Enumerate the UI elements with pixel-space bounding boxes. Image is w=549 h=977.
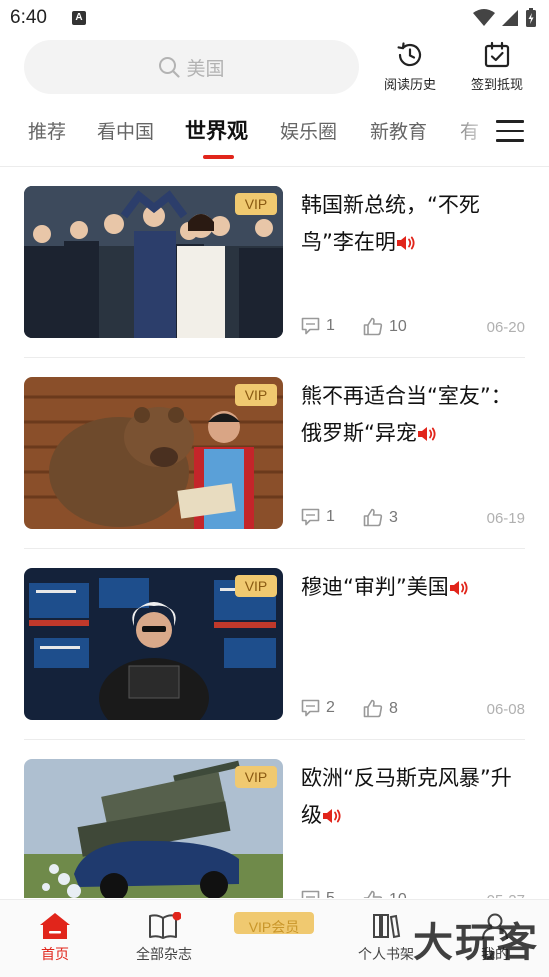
checkin-button[interactable]: 签到抵现 bbox=[457, 40, 537, 94]
tab-education[interactable]: 新教育 bbox=[370, 117, 427, 144]
status-bar: 6:40 A bbox=[0, 0, 549, 36]
comment-icon bbox=[301, 699, 320, 717]
vip-badge: VIP bbox=[235, 766, 277, 788]
speaker-icon[interactable] bbox=[322, 808, 342, 824]
article-title: 韩国新总统，“不死鸟”李在明 bbox=[301, 193, 480, 254]
status-time: 6:40 bbox=[10, 7, 47, 28]
search-icon bbox=[159, 57, 181, 78]
status-icons bbox=[473, 8, 537, 28]
article-item[interactable]: VIP 欧洲“反马斯克风暴”升级 5 10 05-27 bbox=[24, 740, 525, 898]
nav-home[interactable]: 首页 bbox=[15, 912, 95, 964]
comment-count[interactable]: 1 bbox=[301, 508, 335, 526]
reading-history-button[interactable]: 阅读历史 bbox=[370, 40, 450, 94]
wifi-icon bbox=[473, 9, 495, 26]
like-count[interactable]: 8 bbox=[363, 699, 398, 718]
article-item[interactable]: VIP 熊不再适合当“室友”：俄罗斯“异宠 1 3 06-19 bbox=[24, 358, 525, 549]
nav-home-label: 首页 bbox=[41, 947, 69, 963]
like-count[interactable]: 3 bbox=[363, 508, 398, 527]
speaker-icon[interactable] bbox=[417, 426, 437, 442]
tab-world[interactable]: 世界观 bbox=[185, 115, 248, 145]
comment-count[interactable]: 1 bbox=[301, 317, 335, 335]
nav-vip[interactable]: VIP会员 bbox=[234, 912, 314, 935]
article-date: 06-19 bbox=[486, 510, 525, 527]
article-item[interactable]: VIP 韩国新总统，“不死鸟”李在明 1 10 06-20 bbox=[24, 167, 525, 358]
battery-icon bbox=[526, 8, 536, 27]
active-tab-indicator bbox=[203, 155, 234, 159]
article-thumbnail[interactable]: VIP bbox=[24, 568, 283, 720]
calendar-check-icon bbox=[484, 41, 510, 68]
article-thumbnail[interactable]: VIP bbox=[24, 377, 283, 529]
comment-count[interactable]: 2 bbox=[301, 699, 335, 717]
tab-fade bbox=[448, 108, 496, 162]
comment-count[interactable]: 5 bbox=[301, 890, 335, 898]
reading-history-label: 阅读历史 bbox=[383, 78, 436, 93]
article-meta: 5 10 05-27 bbox=[301, 890, 525, 898]
home-icon bbox=[40, 913, 70, 939]
bookshelf-icon bbox=[373, 914, 401, 939]
tab-entertainment[interactable]: 娱乐圈 bbox=[280, 117, 337, 144]
thumbs-up-icon bbox=[363, 317, 383, 336]
article-thumbnail[interactable]: VIP bbox=[24, 186, 283, 338]
article-title: 熊不再适合当“室友”：俄罗斯“异宠 bbox=[301, 384, 512, 445]
article-title: 穆迪“审判”美国 bbox=[301, 569, 519, 606]
watermark-logo: 大玩客 bbox=[413, 919, 539, 966]
book-icon bbox=[149, 912, 181, 939]
nav-bookshelf-label: 个人书架 bbox=[358, 947, 414, 963]
comment-icon bbox=[301, 317, 320, 335]
tab-china[interactable]: 看中国 bbox=[97, 117, 154, 144]
speaker-icon[interactable] bbox=[449, 580, 469, 596]
article-date: 06-08 bbox=[486, 701, 525, 718]
article-feed[interactable]: VIP 韩国新总统，“不死鸟”李在明 1 10 06-20 VIP 熊不再适合当… bbox=[0, 167, 549, 898]
thumbs-up-icon bbox=[363, 508, 383, 527]
channel-menu-icon[interactable] bbox=[496, 120, 524, 144]
article-meta: 2 8 06-08 bbox=[301, 699, 525, 721]
article-meta: 1 10 06-20 bbox=[301, 317, 525, 339]
notification-icon: A bbox=[72, 11, 86, 25]
tab-recommend[interactable]: 推荐 bbox=[28, 117, 66, 144]
nav-all-magazines[interactable]: 全部杂志 bbox=[124, 912, 204, 964]
article-title: 欧洲“反马斯克风暴”升级 bbox=[301, 766, 512, 827]
vip-badge: VIP bbox=[235, 575, 277, 597]
article-date: 05-27 bbox=[487, 892, 525, 898]
article-thumbnail[interactable]: VIP bbox=[24, 759, 283, 898]
article-meta: 1 3 06-19 bbox=[301, 508, 525, 530]
history-clock-icon bbox=[397, 42, 422, 67]
signal-icon bbox=[502, 10, 518, 26]
article-item[interactable]: VIP 穆迪“审判”美国 2 8 06-08 bbox=[24, 549, 525, 740]
like-count[interactable]: 10 bbox=[363, 317, 407, 336]
vip-badge: VIP bbox=[235, 193, 277, 215]
comment-icon bbox=[301, 508, 320, 526]
category-tabs: 推荐 看中国 世界观 娱乐圈 新教育 有 bbox=[0, 108, 549, 162]
comment-icon bbox=[301, 890, 320, 898]
search-placeholder: 美国 bbox=[186, 57, 225, 80]
vip-badge: VIP bbox=[235, 384, 277, 406]
thumbs-up-icon bbox=[363, 699, 383, 718]
nav-all-magazines-label: 全部杂志 bbox=[136, 947, 192, 963]
like-count[interactable]: 10 bbox=[363, 890, 407, 898]
nav-vip-label: VIP会员 bbox=[248, 919, 300, 935]
search-bar[interactable]: 美国 bbox=[24, 40, 359, 94]
thumbs-up-icon bbox=[363, 890, 383, 898]
checkin-label: 签到抵现 bbox=[470, 78, 523, 93]
speaker-icon[interactable] bbox=[396, 235, 416, 251]
article-date: 06-20 bbox=[486, 319, 525, 336]
